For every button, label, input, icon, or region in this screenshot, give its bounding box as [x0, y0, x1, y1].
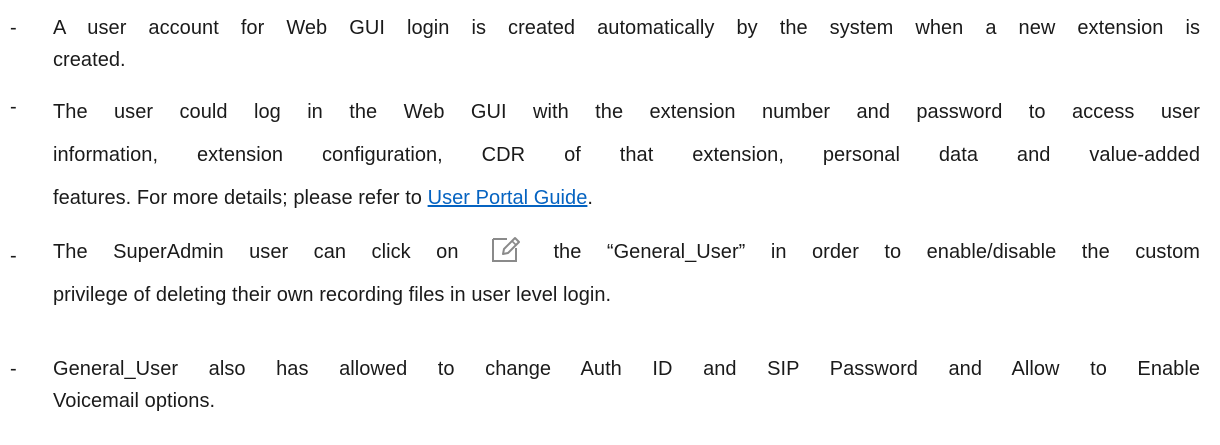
bullet-line: features. For more details; please refer…	[53, 177, 1200, 220]
document-page: - A user account for Web GUI login is cr…	[0, 0, 1220, 445]
bullet-line: General_User also has allowed to change …	[53, 358, 1200, 380]
bullet-marker: -	[10, 245, 17, 267]
bullet-text: The user could log in the Web GUI with t…	[53, 91, 1200, 220]
edit-icon	[491, 237, 520, 262]
bullet-marker: -	[10, 96, 17, 118]
bullet-text: General_User also has allowed to change …	[53, 353, 1200, 417]
bullet-line-text: the “General_User” in order to enable/di…	[553, 241, 1200, 263]
bullet-line: The user could log in the Web GUI with t…	[53, 101, 1200, 123]
bullet-text: The SuperAdmin user can click on the “Ge…	[53, 231, 1200, 317]
bullet-line: The SuperAdmin user can click on the “Ge…	[53, 231, 1200, 274]
bullet-text: A user account for Web GUI login is crea…	[53, 12, 1200, 76]
bullet-marker: -	[10, 17, 17, 39]
bullet-line-text: The SuperAdmin user can click on	[53, 241, 459, 263]
bullet-line: privilege of deleting their own recordin…	[53, 284, 612, 306]
bullet-line: information, extension configuration, CD…	[53, 144, 1200, 166]
bullet-marker: -	[10, 358, 17, 380]
bullet-line: created.	[53, 49, 126, 71]
bullet-line-text: features. For more details; please refer…	[53, 187, 428, 209]
bullet-line-text: .	[587, 187, 594, 209]
user-portal-guide-link[interactable]: User Portal Guide	[428, 187, 588, 209]
bullet-line: Voicemail options.	[53, 390, 216, 412]
bullet-line: A user account for Web GUI login is crea…	[53, 17, 1200, 39]
